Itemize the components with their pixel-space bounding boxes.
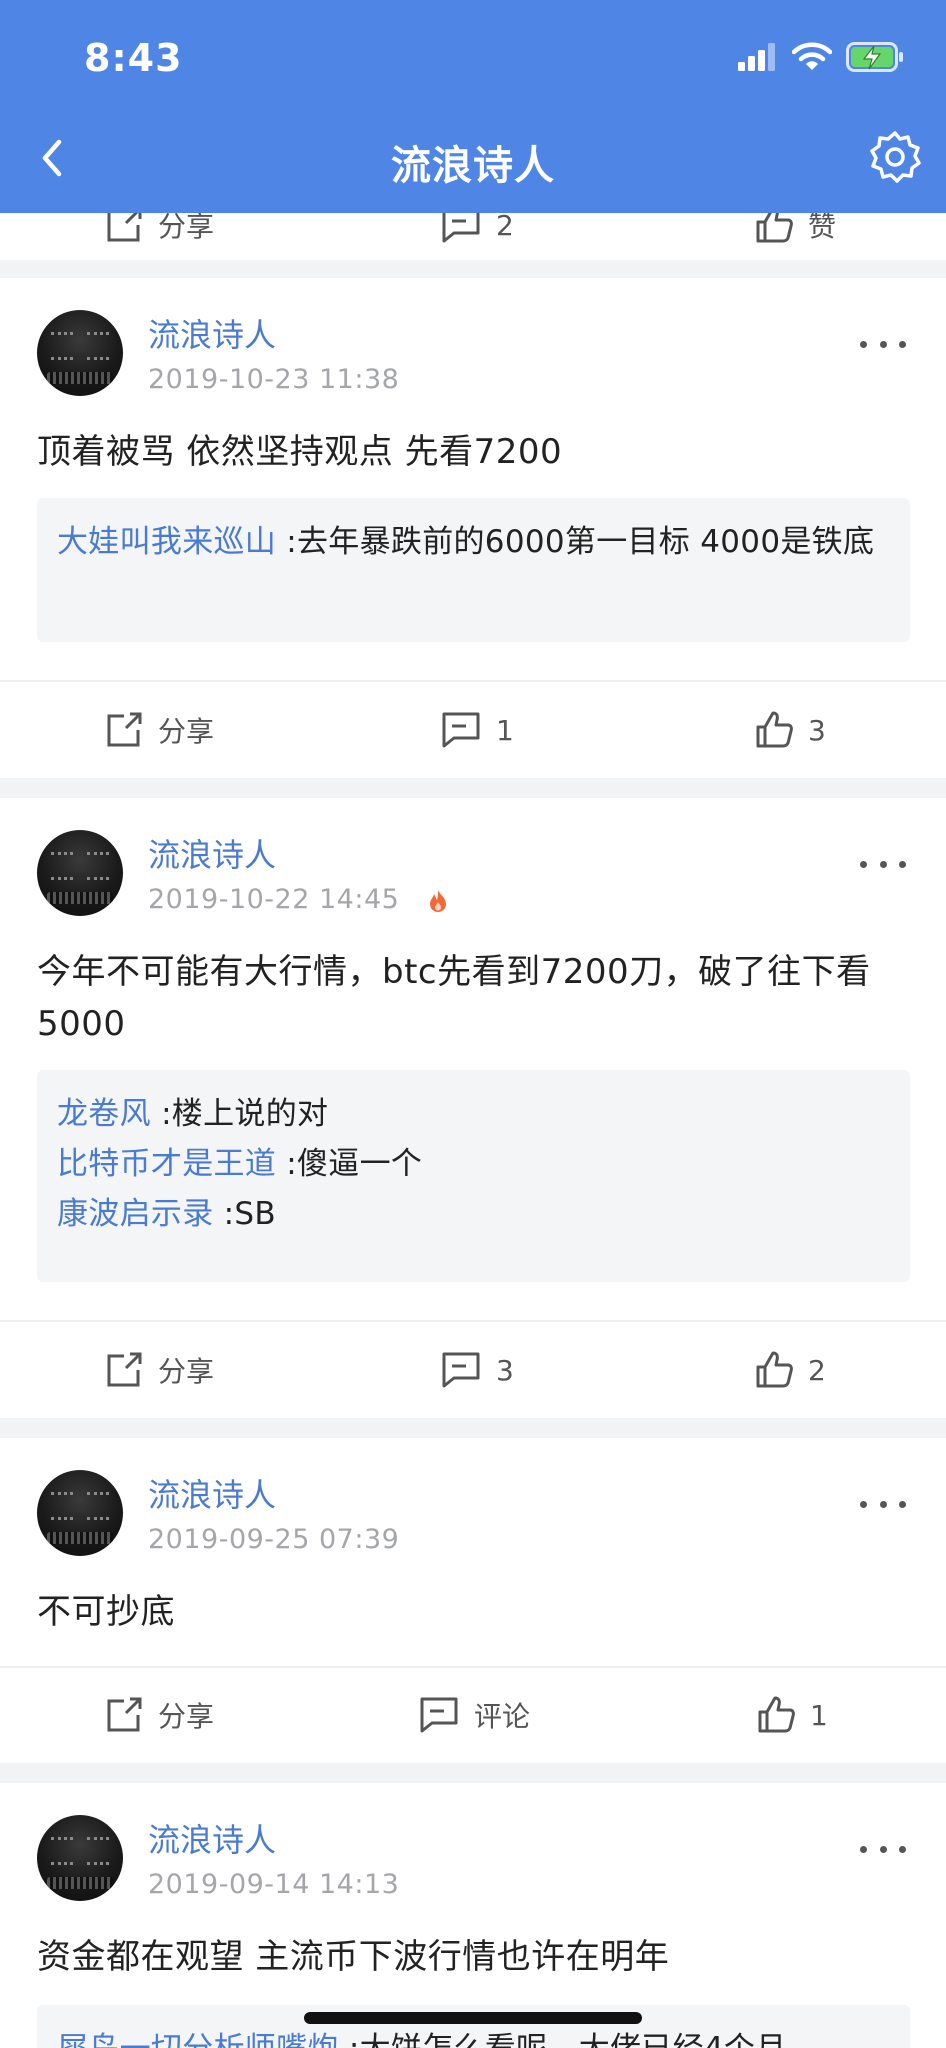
share-button[interactable]: 分享 [104, 1335, 214, 1405]
post-time: 2019-10-22 14:45 [148, 884, 400, 915]
avatar[interactable] [37, 830, 123, 916]
more-options-button[interactable] [860, 334, 906, 354]
comment-author[interactable]: 大娃叫我来巡山 [57, 524, 276, 560]
like-count: 2 [808, 1353, 826, 1387]
comment-item[interactable]: 犀鸟一切分析师嘴炮 :大饼怎么看呢，大佬已经4个月 [57, 2027, 890, 2048]
more-options-button[interactable] [860, 1494, 906, 1514]
share-label: 分享 [158, 1700, 215, 1733]
post-author[interactable]: 流浪诗人 [148, 1815, 276, 1861]
post-time: 2019-10-23 11:38 [148, 364, 400, 395]
avatar[interactable] [37, 1815, 123, 1901]
like-button[interactable]: 3 [754, 695, 826, 765]
avatar[interactable] [37, 310, 123, 396]
comment-text: :楼上说的对 [161, 1096, 329, 1132]
comment-list: 大娃叫我来巡山 :去年暴跌前的6000第一目标 4000是铁底 [37, 498, 910, 642]
post-content: 顶着被骂 依然坚持观点 先看7200 [37, 432, 563, 472]
comment-icon [442, 712, 480, 748]
comment-label: 评论 [474, 1700, 531, 1733]
comment-text: :SB [223, 1196, 276, 1232]
share-icon [107, 712, 142, 747]
comment-item[interactable]: 康波启示录 :SB [57, 1192, 890, 1236]
comment-button[interactable]: 3 [440, 1335, 514, 1405]
thumbs-up-icon [756, 1351, 793, 1388]
share-button[interactable]: 分享 [104, 695, 214, 765]
share-label: 分享 [158, 1355, 215, 1388]
like-count: 1 [810, 1698, 828, 1732]
like-count: 3 [808, 713, 826, 747]
divider [0, 1320, 946, 1322]
status-time: 8:43 [84, 36, 183, 80]
share-label: 分享 [158, 715, 215, 748]
post-time: 2019-09-14 14:13 [148, 1869, 400, 1900]
comment-count: 3 [496, 1353, 514, 1387]
post-content: 不可抄底 [37, 1592, 175, 1632]
comment-button[interactable]: 1 [440, 695, 514, 765]
comment-item[interactable]: 比特币才是王道 :傻逼一个 [57, 1142, 890, 1186]
like-button[interactable]: 1 [756, 1680, 828, 1750]
post-card: 流浪诗人 2019-09-25 07:39 不可抄底 分享 评论 1 [0, 1438, 946, 1763]
post-time-row: 2019-10-22 14:45 [148, 884, 448, 915]
thumbs-up-icon [758, 1696, 795, 1733]
comment-item[interactable]: 龙卷风 :楼上说的对 [57, 1092, 890, 1136]
divider [0, 680, 946, 682]
comment-count: 1 [496, 713, 514, 747]
thumbs-up-icon [756, 711, 793, 748]
comment-button[interactable]: 评论 [418, 1680, 530, 1750]
divider [0, 1666, 946, 1668]
comment-text: :傻逼一个 [286, 1146, 423, 1182]
comment-text: :大饼怎么看呢，大佬已经4个月 [349, 2031, 787, 2048]
post-time: 2019-09-25 07:39 [148, 1524, 400, 1555]
avatar[interactable] [37, 1470, 123, 1556]
comment-author[interactable]: 康波启示录 [57, 1196, 214, 1232]
navigation-header: 8:43 流浪诗人 [0, 0, 946, 213]
post-card: 流浪诗人 2019-09-14 14:13 资金都在观望 主流币下波行情也许在明… [0, 1783, 946, 2048]
comment-author[interactable]: 龙卷风 [57, 1096, 151, 1132]
post-content: 资金都在观望 主流币下波行情也许在明年 [37, 1937, 670, 1977]
gear-icon [870, 131, 921, 183]
comment-count: 2 [496, 208, 514, 242]
page-title: 流浪诗人 [391, 143, 555, 189]
post-card: 流浪诗人 2019-10-23 11:38 顶着被骂 依然坚持观点 先看7200… [0, 278, 946, 778]
comment-list: 龙卷风 :楼上说的对 比特币才是王道 :傻逼一个 康波启示录 :SB [37, 1070, 910, 1282]
share-icon [107, 1352, 142, 1387]
cellular-signal-icon [738, 43, 775, 71]
like-button[interactable]: 2 [754, 1335, 826, 1405]
comment-author[interactable]: 犀鸟一切分析师嘴炮 [57, 2031, 339, 2048]
battery-charging-icon [846, 42, 903, 72]
action-row: 分享 评论 1 [0, 1680, 946, 1750]
more-options-button[interactable] [860, 854, 906, 874]
post-author[interactable]: 流浪诗人 [148, 830, 276, 876]
post-author[interactable]: 流浪诗人 [148, 310, 276, 356]
share-icon [107, 1697, 142, 1732]
comment-author[interactable]: 比特币才是王道 [57, 1146, 276, 1182]
wifi-icon [792, 42, 832, 70]
post-content: 今年不可能有大行情，btc先看到7200刀，破了往下看5000 [37, 952, 871, 1044]
share-button[interactable]: 分享 [104, 1680, 214, 1750]
comment-item[interactable]: 大娃叫我来巡山 :去年暴跌前的6000第一目标 4000是铁底 [57, 520, 890, 564]
action-row: 分享 1 3 [0, 695, 946, 765]
comment-icon [420, 1697, 458, 1733]
more-options-button[interactable] [860, 1839, 906, 1859]
comment-icon [442, 1352, 480, 1388]
home-indicator [304, 2012, 642, 2024]
settings-button[interactable] [866, 128, 924, 186]
comment-text: :去年暴跌前的6000第一目标 4000是铁底 [286, 524, 875, 560]
status-icons [738, 42, 904, 72]
post-author[interactable]: 流浪诗人 [148, 1470, 276, 1516]
action-row: 分享 3 2 [0, 1335, 946, 1405]
post-card: 流浪诗人 2019-10-22 14:45 今年不可能有大行情，btc先看到72… [0, 798, 946, 1418]
hot-flame-icon [430, 889, 447, 912]
